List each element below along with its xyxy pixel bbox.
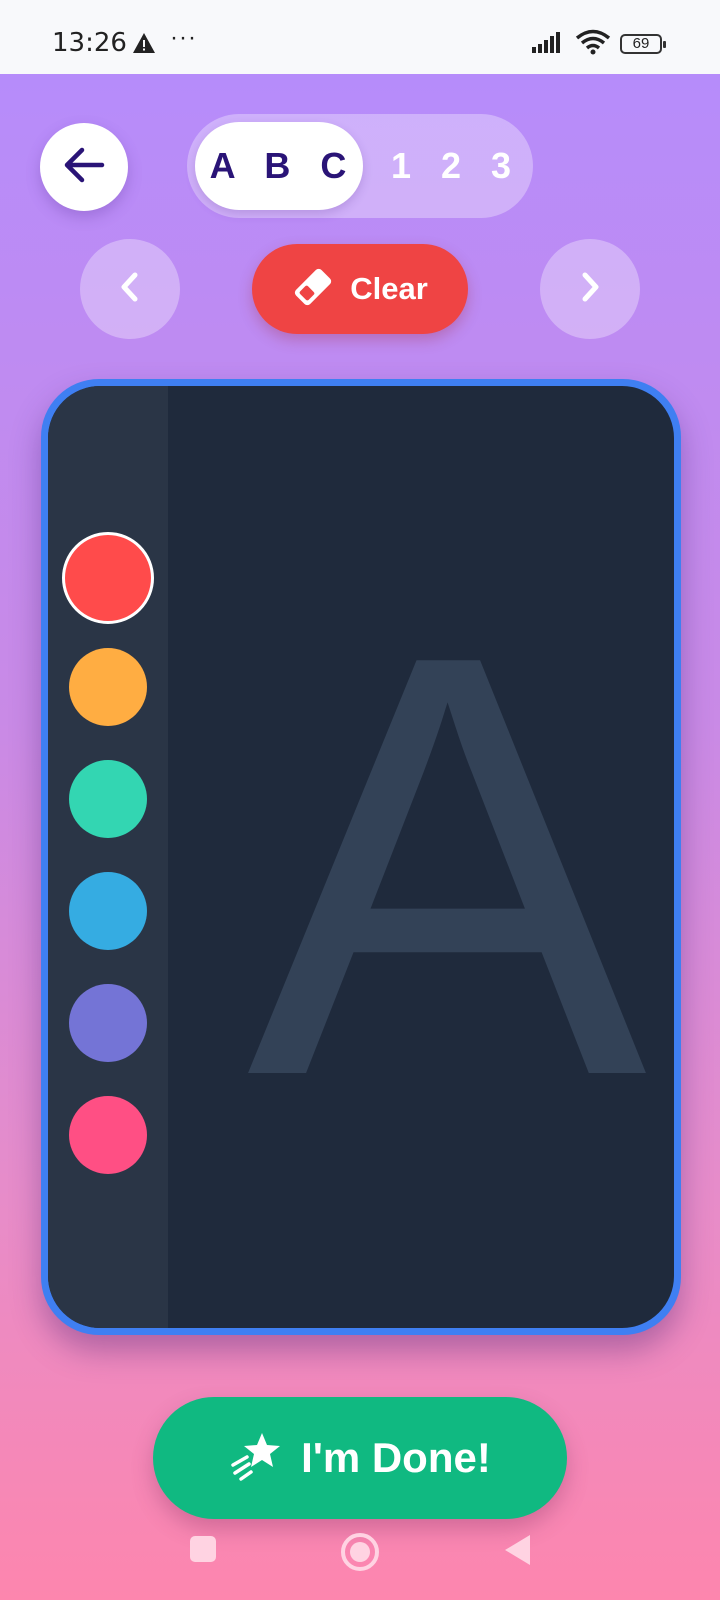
canvas-frame: A bbox=[41, 379, 681, 1335]
battery-icon: 69 bbox=[620, 34, 666, 54]
color-swatch-purple[interactable] bbox=[69, 984, 147, 1062]
more-notifications-icon: ··· bbox=[170, 24, 197, 51]
back-triangle-icon[interactable] bbox=[502, 1533, 532, 1572]
status-time: 13:26 bbox=[52, 28, 127, 58]
eraser-icon bbox=[292, 267, 334, 312]
warning-icon bbox=[132, 32, 156, 59]
color-swatch-orange[interactable] bbox=[69, 648, 147, 726]
arrow-left-icon bbox=[62, 145, 106, 190]
clear-button[interactable]: Clear bbox=[252, 244, 468, 334]
mode-toggle: A B C 1 2 3 bbox=[187, 114, 533, 218]
drawing-canvas[interactable]: A bbox=[48, 386, 674, 1328]
next-button[interactable] bbox=[540, 239, 640, 339]
done-button[interactable]: I'm Done! bbox=[153, 1397, 567, 1519]
clear-label: Clear bbox=[350, 271, 428, 306]
chevron-right-icon bbox=[575, 269, 605, 310]
color-swatch-red[interactable] bbox=[62, 532, 154, 624]
shooting-star-icon bbox=[229, 1431, 283, 1486]
home-circle-icon[interactable] bbox=[340, 1532, 380, 1577]
color-swatch-green[interactable] bbox=[69, 760, 147, 838]
chevron-left-icon bbox=[115, 269, 145, 310]
color-palette bbox=[48, 386, 168, 1328]
status-bar: 13:26 ··· 69 bbox=[0, 0, 720, 74]
color-swatch-pink[interactable] bbox=[69, 1096, 147, 1174]
signal-icon bbox=[532, 31, 566, 58]
recents-square-icon[interactable] bbox=[188, 1534, 218, 1569]
back-button[interactable] bbox=[40, 123, 128, 211]
mode-numbers-tab[interactable]: 1 2 3 bbox=[377, 122, 527, 210]
guide-letter: A bbox=[246, 531, 648, 1201]
mode-letters-tab[interactable]: A B C bbox=[195, 122, 363, 210]
wifi-icon bbox=[575, 29, 611, 60]
done-label: I'm Done! bbox=[301, 1434, 491, 1481]
color-swatch-blue[interactable] bbox=[69, 872, 147, 950]
previous-button[interactable] bbox=[80, 239, 180, 339]
